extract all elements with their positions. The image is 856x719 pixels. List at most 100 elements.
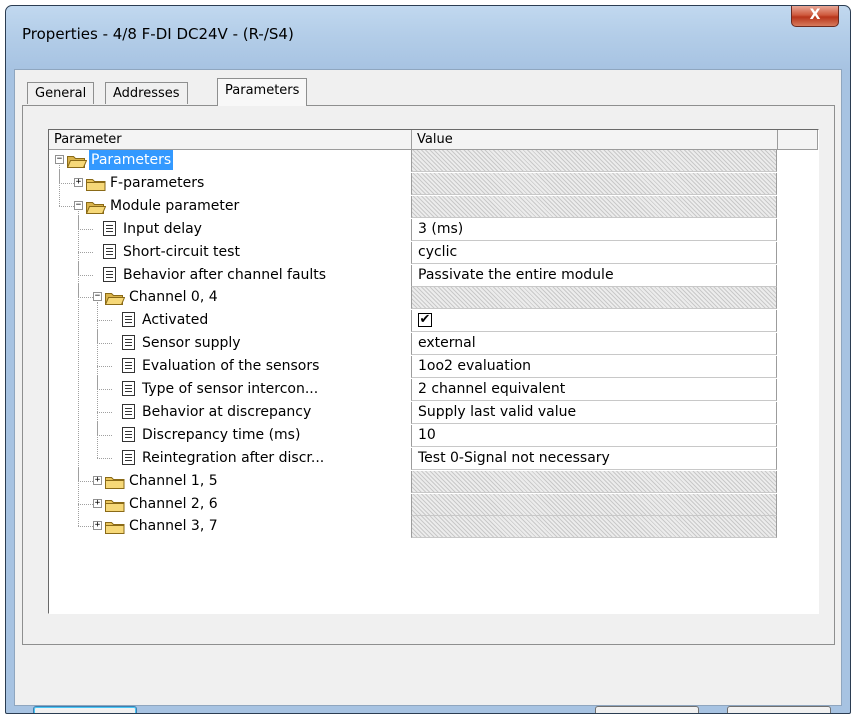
row-value[interactable]: Test 0-Signal not necessary	[411, 447, 777, 470]
properties-dialog: Properties - 4/8 F-DI DC24V - (R-/S4) X …	[5, 5, 851, 714]
tree-connector	[97, 411, 112, 413]
row-value[interactable]: external	[411, 333, 777, 356]
row-name[interactable]: Reintegration after discr...	[140, 448, 326, 468]
row-name[interactable]: Type of sensor intercon...	[140, 379, 320, 399]
row-name[interactable]: Input delay	[121, 219, 204, 239]
tree-connector	[97, 320, 112, 322]
collapse-icon[interactable]: −	[93, 292, 102, 302]
ok-button[interactable]: OK	[33, 706, 137, 713]
tab-general[interactable]: General	[27, 82, 95, 104]
row-value	[411, 195, 777, 218]
activated-checkbox[interactable]: ✔	[418, 313, 432, 328]
help-button[interactable]: Help	[727, 706, 831, 713]
row-value[interactable]: 1oo2 evaluation	[411, 356, 777, 379]
tree-connector	[78, 251, 93, 253]
tree-row[interactable]: Short-circuit test cyclic	[49, 238, 806, 264]
parameter-icon	[103, 220, 116, 236]
tree-connector	[59, 205, 74, 207]
row-name[interactable]: Behavior after channel faults	[121, 265, 328, 285]
row-name[interactable]: Parameters	[89, 150, 174, 170]
expand-icon[interactable]: +	[93, 521, 102, 531]
row-name[interactable]: Channel 1, 5	[127, 471, 220, 491]
parameter-icon	[122, 449, 135, 465]
row-value	[411, 287, 777, 310]
tree-row[interactable]: Behavior at discrepancy Supply last valid…	[49, 398, 806, 424]
close-button[interactable]: X	[791, 6, 839, 27]
row-name[interactable]: Activated	[140, 310, 210, 330]
row-name[interactable]: Discrepancy time (ms)	[140, 425, 302, 445]
tab-addresses[interactable]: Addresses	[105, 82, 188, 104]
tree-row[interactable]: + F-parameters	[49, 169, 806, 195]
row-value[interactable]: 2 channel equivalent	[411, 379, 777, 401]
tree-connector	[78, 526, 93, 528]
tree-connector	[97, 389, 112, 390]
collapse-icon[interactable]: −	[74, 200, 83, 210]
row-value	[411, 516, 777, 539]
row-value[interactable]: 3 (ms)	[411, 218, 777, 241]
tree-row[interactable]: Sensor supply external	[49, 330, 806, 356]
tree-connector	[78, 503, 93, 505]
folder-icon	[105, 497, 125, 512]
tree-connector	[59, 182, 74, 184]
row-name[interactable]: Channel 2, 6	[127, 494, 220, 514]
parameter-icon	[122, 381, 135, 396]
tree-spine	[97, 302, 98, 458]
tree-row[interactable]: Input delay 3 (ms)	[49, 215, 806, 241]
folder-icon	[105, 519, 125, 535]
tree-row[interactable]: + Channel 1, 5	[49, 467, 806, 493]
row-value	[411, 493, 777, 516]
dialog-client-area: General Addresses Parameters Parameter V…	[14, 69, 842, 713]
folder-icon	[105, 474, 125, 489]
tree-row[interactable]: − Channel 0, 4	[49, 284, 806, 310]
parameter-icon	[122, 426, 135, 442]
row-value[interactable]: Passivate the entire module	[411, 264, 777, 287]
tree-spine	[59, 165, 60, 206]
tab-parameters[interactable]: Parameters	[217, 78, 308, 106]
collapse-icon[interactable]: −	[55, 155, 64, 164]
tree-row[interactable]: Evaluation of the sensors 1oo2 evaluation	[49, 353, 806, 379]
row-value[interactable]: 10	[411, 424, 777, 447]
parameter-icon	[103, 243, 116, 259]
row-name[interactable]: Behavior at discrepancy	[140, 402, 313, 422]
row-name[interactable]: F-parameters	[108, 173, 206, 193]
open-folder-icon	[85, 199, 107, 214]
cancel-button[interactable]: Cancel	[595, 706, 699, 713]
open-folder-icon	[66, 153, 88, 168]
row-value[interactable]: Supply last valid value	[411, 401, 777, 424]
tree-connector	[78, 274, 93, 276]
column-header-filler	[778, 130, 818, 150]
row-value	[411, 172, 777, 195]
expand-icon[interactable]: +	[74, 177, 83, 187]
row-name[interactable]: Short-circuit test	[121, 242, 242, 262]
expand-icon[interactable]: +	[93, 498, 102, 508]
window-title: Properties - 4/8 F-DI DC24V - (R-/S4)	[22, 25, 294, 43]
tree-connector	[97, 343, 112, 345]
column-header-parameter[interactable]: Parameter	[49, 130, 412, 150]
row-value[interactable]: cyclic	[411, 241, 777, 264]
parameter-icon	[122, 403, 135, 419]
tree-row[interactable]: Activated ✔	[49, 307, 806, 333]
tree-connector	[97, 457, 112, 459]
row-name[interactable]: Channel 0, 4	[127, 287, 220, 307]
tree-row[interactable]: − Parameters	[49, 150, 806, 172]
tree-row[interactable]: Behavior after channel faults Passivate t…	[49, 261, 806, 287]
column-header-value[interactable]: Value	[412, 130, 778, 150]
row-name[interactable]: Evaluation of the sensors	[140, 356, 321, 376]
tree-row[interactable]: Type of sensor intercon... 2 channel equi…	[49, 376, 806, 401]
row-name[interactable]: Channel 3, 7	[127, 516, 220, 536]
expand-icon[interactable]: +	[93, 475, 102, 485]
tree-row[interactable]: + Channel 2, 6	[49, 490, 806, 516]
tree-row[interactable]: Reintegration after discr... Test 0-Signa…	[49, 444, 806, 470]
tree-connector	[97, 366, 112, 368]
tree-connector	[78, 297, 93, 299]
tree-connector	[97, 434, 112, 436]
tree-row[interactable]: − Module parameter	[49, 192, 806, 218]
folder-icon	[86, 176, 106, 191]
row-value[interactable]: ✔	[411, 310, 777, 333]
tree-row[interactable]: Discrepancy time (ms) 10	[49, 421, 806, 447]
row-name[interactable]: Sensor supply	[140, 333, 243, 353]
tree-row[interactable]: + Channel 3, 7	[49, 513, 806, 539]
row-value	[411, 150, 777, 172]
row-name[interactable]: Module parameter	[108, 196, 241, 216]
parameter-grid[interactable]: Parameter Value − Parameters + F-parameters…	[48, 129, 819, 614]
